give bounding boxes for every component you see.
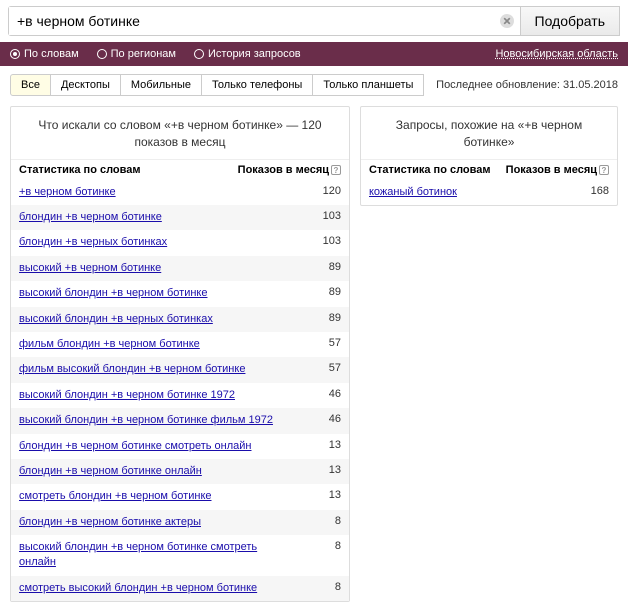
submit-button[interactable]: Подобрать — [520, 6, 621, 36]
query-link[interactable]: блондин +в черном ботинке онлайн — [19, 464, 291, 479]
table-row: блондин +в черном ботинке онлайн13 — [11, 459, 349, 484]
panel-main-title: Что искали со словом «+в черном ботинке»… — [11, 107, 349, 159]
table-row: кожаный ботинок168 — [361, 180, 617, 205]
query-count: 103 — [291, 210, 341, 222]
table-row: блондин +в черном ботинке103 — [11, 205, 349, 230]
query-count: 8 — [291, 540, 341, 552]
col-count-label: Показов в месяц — [506, 164, 597, 176]
help-icon[interactable]: ? — [599, 165, 609, 175]
panel-main-queries: Что искали со словом «+в черном ботинке»… — [10, 106, 350, 602]
col-count-header: Показов в месяц? — [231, 164, 341, 176]
filter-history[interactable]: История запросов — [194, 48, 301, 60]
table-row: высокий блондин +в черном ботинке 197246 — [11, 383, 349, 408]
tab-phones-only[interactable]: Только телефоны — [201, 74, 313, 96]
query-count: 103 — [291, 235, 341, 247]
table-row: высокий +в черном ботинке89 — [11, 256, 349, 281]
query-link[interactable]: высокий блондин +в черном ботинке фильм … — [19, 413, 291, 428]
col-count-header: Показов в месяц? — [499, 164, 609, 176]
clear-icon[interactable] — [500, 14, 514, 28]
table-row: смотреть высокий блондин +в черном ботин… — [11, 576, 349, 601]
tabs-row: Все Десктопы Мобильные Только телефоны Т… — [0, 66, 628, 100]
table-row: блондин +в черном ботинке актеры8 — [11, 510, 349, 535]
filter-by-words[interactable]: По словам — [10, 48, 79, 60]
table-row: высокий блондин +в черных ботинках89 — [11, 307, 349, 332]
table-row: фильм высокий блондин +в черном ботинке5… — [11, 357, 349, 382]
query-link[interactable]: высокий +в черном ботинке — [19, 261, 291, 276]
col-count-label: Показов в месяц — [238, 164, 329, 176]
help-icon[interactable]: ? — [331, 165, 341, 175]
query-count: 57 — [291, 362, 341, 374]
query-link[interactable]: высокий блондин +в черных ботинках — [19, 312, 291, 327]
col-query-header: Статистика по словам — [19, 164, 231, 176]
search-input[interactable] — [9, 7, 520, 35]
filter-bar: По словам По регионам История запросов Н… — [0, 42, 628, 66]
query-count: 89 — [291, 286, 341, 298]
table-row: блондин +в черных ботинках103 — [11, 230, 349, 255]
last-update: Последнее обновление: 31.05.2018 — [436, 79, 618, 91]
table-row: смотреть блондин +в черном ботинке13 — [11, 484, 349, 509]
search-input-wrap — [8, 6, 521, 36]
query-count: 120 — [291, 185, 341, 197]
table-body: кожаный ботинок168 — [361, 180, 617, 205]
table-row: высокий блондин +в черном ботинке89 — [11, 281, 349, 306]
filter-by-words-label: По словам — [24, 48, 79, 60]
query-count: 13 — [291, 439, 341, 451]
table-row: блондин +в черном ботинке смотреть онлай… — [11, 434, 349, 459]
panel-similar-title: Запросы, похожие на «+в черном ботинке» — [361, 107, 617, 159]
query-link[interactable]: высокий блондин +в черном ботинке 1972 — [19, 388, 291, 403]
search-bar: Подобрать — [0, 0, 628, 42]
query-count: 89 — [291, 312, 341, 324]
query-count: 13 — [291, 489, 341, 501]
query-link[interactable]: фильм блондин +в черном ботинке — [19, 337, 291, 352]
query-link[interactable]: кожаный ботинок — [369, 185, 559, 200]
panels: Что искали со словом «+в черном ботинке»… — [0, 100, 628, 612]
col-query-header: Статистика по словам — [369, 164, 499, 176]
filter-by-regions[interactable]: По регионам — [97, 48, 176, 60]
filter-by-regions-label: По регионам — [111, 48, 176, 60]
query-link[interactable]: смотреть высокий блондин +в черном ботин… — [19, 581, 291, 596]
query-count: 13 — [291, 464, 341, 476]
query-link[interactable]: высокий блондин +в черном ботинке — [19, 286, 291, 301]
table-header: Статистика по словам Показов в месяц? — [361, 159, 617, 180]
table-row: +в черном ботинке120 — [11, 180, 349, 205]
query-link[interactable]: блондин +в черном ботинке смотреть онлай… — [19, 439, 291, 454]
query-count: 46 — [291, 413, 341, 425]
query-count: 46 — [291, 388, 341, 400]
query-link[interactable]: блондин +в черном ботинке — [19, 210, 291, 225]
table-row: фильм блондин +в черном ботинке57 — [11, 332, 349, 357]
filter-history-label: История запросов — [208, 48, 301, 60]
query-count: 57 — [291, 337, 341, 349]
query-link[interactable]: блондин +в черном ботинке актеры — [19, 515, 291, 530]
table-row: высокий блондин +в черном ботинке смотре… — [11, 535, 349, 576]
query-count: 8 — [291, 515, 341, 527]
table-row: высокий блондин +в черном ботинке фильм … — [11, 408, 349, 433]
query-link[interactable]: смотреть блондин +в черном ботинке — [19, 489, 291, 504]
tab-desktops[interactable]: Десктопы — [50, 74, 121, 96]
panel-similar-queries: Запросы, похожие на «+в черном ботинке» … — [360, 106, 618, 206]
tab-all[interactable]: Все — [10, 74, 51, 96]
tab-mobiles[interactable]: Мобильные — [120, 74, 202, 96]
table-body: +в черном ботинке120блондин +в черном бо… — [11, 180, 349, 602]
query-link[interactable]: фильм высокий блондин +в черном ботинке — [19, 362, 291, 377]
tab-tablets-only[interactable]: Только планшеты — [312, 74, 424, 96]
query-link[interactable]: блондин +в черных ботинках — [19, 235, 291, 250]
table-header: Статистика по словам Показов в месяц? — [11, 159, 349, 180]
query-count: 89 — [291, 261, 341, 273]
query-link[interactable]: высокий блондин +в черном ботинке смотре… — [19, 540, 291, 571]
query-link[interactable]: +в черном ботинке — [19, 185, 291, 200]
query-count: 8 — [291, 581, 341, 593]
region-selector[interactable]: Новосибирская область — [495, 48, 618, 60]
query-count: 168 — [559, 185, 609, 197]
